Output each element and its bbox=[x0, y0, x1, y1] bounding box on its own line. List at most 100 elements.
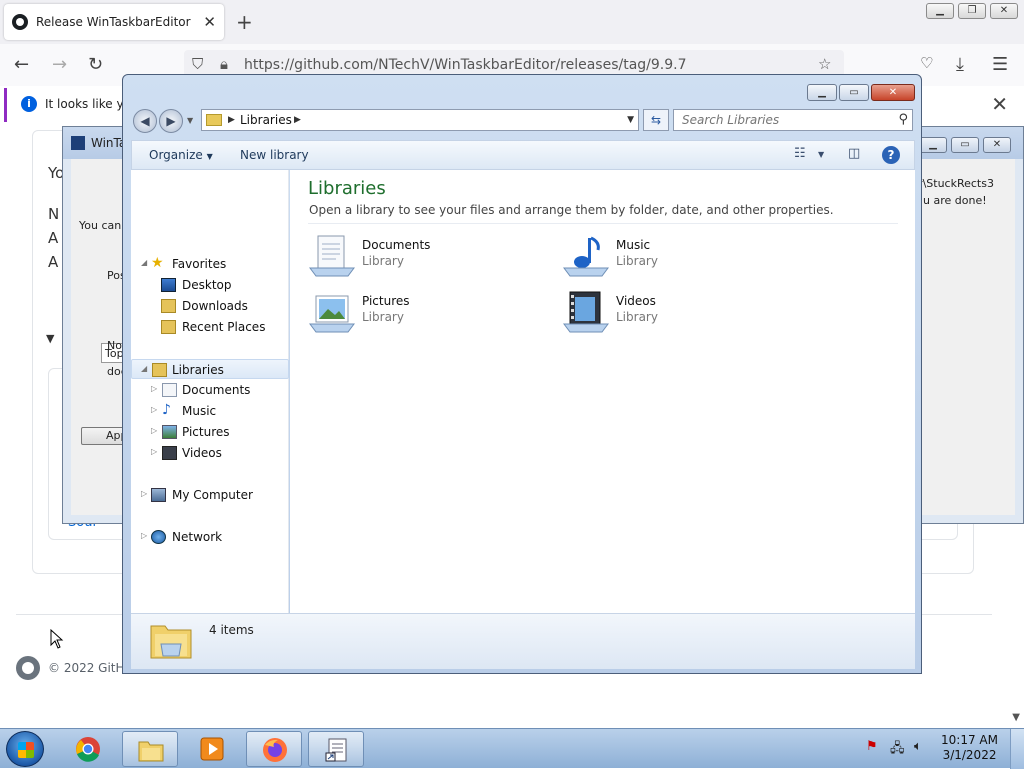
lock-icon[interactable]: 🔒︎ bbox=[220, 55, 228, 73]
wte-close-button[interactable]: ✕ bbox=[983, 137, 1011, 153]
tab-strip: Release WinTaskbarEditor 9.9.7 ✕ + ▁ ❐ ✕ bbox=[0, 0, 1024, 44]
bookmark-star-icon[interactable]: ☆ bbox=[818, 55, 831, 73]
browser-restore-button[interactable]: ❐ bbox=[958, 3, 986, 19]
taskbar-chrome[interactable] bbox=[60, 731, 116, 767]
taskbar: ⚑ 🖧︎ 🔈︎ 10:17 AM 3/1/2022 bbox=[0, 728, 1024, 769]
nav-favorites[interactable]: ◢ ★ Favorites bbox=[131, 254, 289, 274]
menu-icon[interactable]: ☰ bbox=[992, 54, 1008, 75]
search-input[interactable] bbox=[680, 112, 880, 128]
downloads-folder-icon bbox=[161, 299, 176, 313]
pictures-library-icon bbox=[309, 295, 355, 333]
collapse-icon[interactable]: ◢ bbox=[141, 258, 147, 267]
expand-icon[interactable]: ▷ bbox=[151, 426, 157, 435]
back-button[interactable]: ◀ bbox=[133, 109, 157, 133]
action-center-icon[interactable]: ⚑ bbox=[866, 739, 878, 754]
recent-pages-dropdown-icon[interactable]: ▼ bbox=[187, 116, 193, 125]
tab-close-button[interactable]: ✕ bbox=[203, 13, 216, 31]
organize-button[interactable]: Organize ▼ bbox=[149, 148, 213, 162]
music-icon: ♪ bbox=[162, 402, 171, 418]
mouse-cursor-icon bbox=[50, 629, 64, 649]
show-desktop-button[interactable] bbox=[1010, 729, 1024, 769]
new-tab-button[interactable]: + bbox=[236, 10, 253, 34]
clock[interactable]: 10:17 AM 3/1/2022 bbox=[941, 733, 998, 763]
videos-library-icon bbox=[563, 291, 609, 333]
nav-music[interactable]: ▷ ♪ Music bbox=[131, 401, 289, 421]
search-box[interactable]: ⚲ bbox=[673, 109, 913, 131]
library-folder-icon bbox=[206, 114, 222, 126]
nav-network[interactable]: ▷ Network bbox=[131, 527, 289, 547]
nav-videos-label: Videos bbox=[182, 446, 222, 460]
explorer-close-button[interactable]: ✕ bbox=[871, 84, 915, 101]
wte-minimize-button[interactable]: ▁ bbox=[919, 137, 947, 153]
forward-icon[interactable]: → bbox=[52, 54, 67, 75]
preview-pane-icon[interactable]: ◫ bbox=[848, 146, 860, 161]
change-view-icon[interactable]: ☷ bbox=[794, 146, 806, 161]
reload-icon[interactable]: ↻ bbox=[88, 54, 103, 75]
forward-button[interactable]: ▶ bbox=[159, 109, 183, 133]
library-name: Pictures bbox=[362, 294, 410, 308]
pocket-icon[interactable]: ♡ bbox=[920, 54, 933, 72]
expand-icon[interactable]: ▷ bbox=[151, 405, 157, 414]
taskbar-media-player[interactable] bbox=[184, 731, 240, 767]
scroll-down-arrow-icon[interactable]: ▼ bbox=[1012, 712, 1020, 723]
network-tray-icon[interactable]: 🖧︎ bbox=[890, 739, 905, 761]
nav-videos[interactable]: ▷ Videos bbox=[131, 443, 289, 463]
address-dropdown-icon[interactable]: ▼ bbox=[627, 115, 634, 125]
explorer-maximize-button[interactable]: ▭ bbox=[839, 84, 869, 101]
taskbar-wintaskbareditor[interactable] bbox=[308, 731, 364, 767]
nav-downloads[interactable]: Downloads bbox=[131, 296, 289, 316]
volume-icon[interactable]: 🔈︎ bbox=[914, 739, 922, 754]
browser-close-button[interactable]: ✕ bbox=[990, 3, 1018, 19]
computer-icon bbox=[151, 488, 166, 502]
library-music[interactable]: Music Library bbox=[562, 232, 792, 280]
app-icon bbox=[71, 136, 85, 150]
you-can-text: You can bbox=[79, 219, 122, 232]
taskbar-explorer[interactable] bbox=[122, 731, 178, 767]
expand-icon[interactable]: ▷ bbox=[141, 531, 147, 540]
nav-music-label: Music bbox=[182, 404, 217, 418]
nav-recent-places[interactable]: Recent Places bbox=[131, 317, 289, 337]
expand-icon[interactable]: ▷ bbox=[151, 447, 157, 456]
new-library-button[interactable]: New library bbox=[240, 148, 309, 162]
shield-icon[interactable]: ⛉ bbox=[192, 55, 203, 73]
view-dropdown-icon[interactable]: ▼ bbox=[818, 150, 824, 159]
start-button[interactable] bbox=[6, 731, 44, 767]
nav-downloads-label: Downloads bbox=[182, 299, 248, 313]
back-icon[interactable]: ← bbox=[14, 54, 29, 75]
nav-libraries-label: Libraries bbox=[172, 363, 224, 377]
breadcrumb-libraries[interactable]: Libraries bbox=[240, 113, 292, 127]
nav-favorites-label: Favorites bbox=[172, 257, 227, 271]
videos-icon bbox=[162, 446, 177, 460]
github-footer-icon[interactable] bbox=[16, 656, 40, 680]
nav-my-computer[interactable]: ▷ My Computer bbox=[131, 485, 289, 505]
organize-dropdown-icon: ▼ bbox=[206, 152, 213, 161]
nav-pictures[interactable]: ▷ Pictures bbox=[131, 422, 289, 442]
nav-desktop[interactable]: Desktop bbox=[131, 275, 289, 295]
collapse-icon[interactable]: ◢ bbox=[141, 364, 147, 373]
nav-pictures-label: Pictures bbox=[182, 425, 230, 439]
expand-icon[interactable]: ▷ bbox=[151, 384, 157, 393]
address-row: ◀ ▶ ▼ ▶ Libraries ▶ ▼ ⇆ ⚲ bbox=[131, 108, 913, 134]
help-icon[interactable]: ? bbox=[882, 146, 900, 164]
browser-minimize-button[interactable]: ▁ bbox=[926, 3, 954, 19]
wte-maximize-button[interactable]: ▭ bbox=[951, 137, 979, 153]
taskbar-firefox[interactable] bbox=[246, 731, 302, 767]
nav-documents[interactable]: ▷ Documents bbox=[131, 380, 289, 400]
breadcrumb-arrow-icon[interactable]: ▶ bbox=[228, 115, 235, 125]
info-bar-close-button[interactable]: ✕ bbox=[991, 92, 1008, 116]
explorer-minimize-button[interactable]: ▁ bbox=[807, 84, 837, 101]
library-videos[interactable]: Videos Library bbox=[562, 288, 792, 336]
github-icon bbox=[12, 14, 28, 30]
nav-my-computer-label: My Computer bbox=[172, 488, 253, 502]
refresh-button[interactable]: ⇆ bbox=[643, 109, 669, 131]
done-text: u are done! bbox=[923, 194, 987, 207]
expand-icon[interactable]: ▷ bbox=[141, 489, 147, 498]
downloads-icon[interactable]: ⤓ bbox=[956, 54, 964, 75]
nav-libraries[interactable]: ◢ Libraries bbox=[131, 359, 289, 379]
library-pictures[interactable]: Pictures Library bbox=[308, 288, 538, 336]
breadcrumb-arrow-icon[interactable]: ▶ bbox=[294, 115, 301, 125]
library-documents[interactable]: Documents Library bbox=[308, 232, 538, 280]
browser-tab[interactable]: Release WinTaskbarEditor 9.9.7 ✕ bbox=[4, 4, 224, 40]
address-bar[interactable]: ▶ Libraries ▶ ▼ bbox=[201, 109, 639, 131]
search-icon[interactable]: ⚲ bbox=[898, 112, 908, 127]
